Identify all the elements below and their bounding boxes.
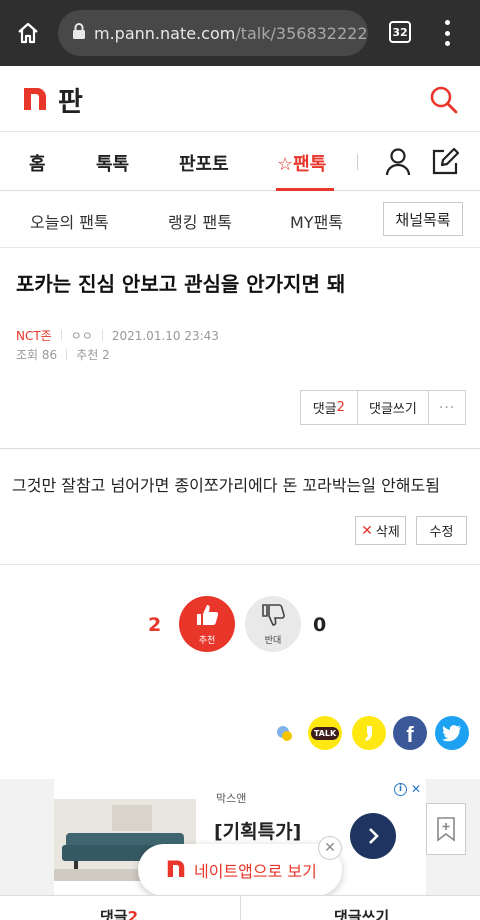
url-domain: m.pann.nate.com xyxy=(94,23,236,43)
more-icon[interactable]: ··· xyxy=(429,391,465,424)
ad-close-icon[interactable]: ✕ xyxy=(411,782,421,796)
bottom-write-comment-button[interactable]: 댓글쓰기 xyxy=(334,906,389,920)
close-icon[interactable]: ✕ xyxy=(318,836,342,860)
post-body: 그것만 잘참고 넘어가면 종이쪼가리에다 돈 꼬라박는일 안해도됨 xyxy=(12,476,440,495)
divider xyxy=(0,564,480,565)
recommend-label: 추천 xyxy=(76,348,99,362)
kakaotalk-icon[interactable]: TALK xyxy=(308,716,342,750)
kakaostory-alt-icon[interactable] xyxy=(352,716,386,750)
site-header: 판 xyxy=(0,66,480,132)
meta-divider xyxy=(66,349,68,360)
browser-toolbar: m.pann.nate.com/talk/356832222 32 xyxy=(0,0,480,66)
post-stats: 조회 86 추천 2 xyxy=(16,346,110,363)
bottom-divider xyxy=(240,896,241,920)
comment-actions: 댓글 2 댓글쓰기 ··· xyxy=(300,390,466,425)
nate-app-logo-icon xyxy=(166,859,186,881)
divider xyxy=(0,448,480,449)
views-label: 조회 xyxy=(16,348,39,362)
url-path: /talk/356832222 xyxy=(235,23,368,43)
upvote-count: 2 xyxy=(148,614,162,636)
delete-x-icon: ✕ xyxy=(361,522,373,539)
upvote-label: 추천 xyxy=(198,636,216,646)
nav-divider xyxy=(357,154,358,170)
info-icon[interactable]: i xyxy=(394,782,407,796)
nav-toktok[interactable]: 톡톡 xyxy=(96,150,129,176)
nav-fantalk-label: 팬톡 xyxy=(293,154,327,175)
comments-button[interactable]: 댓글 2 xyxy=(301,391,358,424)
comments-count: 2 xyxy=(336,400,345,415)
bookmark-icon[interactable] xyxy=(426,803,466,855)
bottom-comments-button[interactable]: 댓글2 xyxy=(100,906,138,920)
bottom-bar: 댓글2 댓글쓰기 xyxy=(0,895,480,920)
upvote-button[interactable]: 추천 xyxy=(179,596,235,652)
downvote-label: 반대 xyxy=(264,636,282,646)
ad-headline: [기획특가] xyxy=(214,821,302,843)
subnav-today-fantalk[interactable]: 오늘의 팬톡 xyxy=(30,209,109,233)
twitter-icon[interactable] xyxy=(435,716,469,750)
post-date: 2021.01.10 23:43 xyxy=(111,328,219,343)
subnav-ranking-fantalk[interactable]: 랭킹 팬톡 xyxy=(168,209,232,233)
write-icon[interactable] xyxy=(430,147,460,177)
address-bar[interactable]: m.pann.nate.com/talk/356832222 xyxy=(58,10,368,56)
nav-home[interactable]: 홈 xyxy=(29,150,46,176)
bottom-comments-count: 2 xyxy=(127,908,139,920)
url-text: m.pann.nate.com/talk/356832222 xyxy=(94,24,368,43)
views-count: 86 xyxy=(41,347,58,362)
bottom-comments-label: 댓글 xyxy=(100,908,128,920)
sub-nav: 오늘의 팬톡 랭킹 팬톡 MY팬톡 채널목록 xyxy=(0,192,480,248)
delete-button[interactable]: ✕ 삭제 xyxy=(355,516,406,545)
facebook-label: f xyxy=(406,722,414,747)
nate-logo-icon[interactable] xyxy=(22,86,48,114)
meta-divider xyxy=(101,330,103,341)
site-name[interactable]: 판 xyxy=(58,80,83,119)
lock-icon xyxy=(72,22,86,44)
write-comment-button[interactable]: 댓글쓰기 xyxy=(358,391,430,424)
browser-menu-icon[interactable] xyxy=(440,18,454,48)
thumbs-down-icon xyxy=(260,602,286,632)
recommend-count: 2 xyxy=(102,347,110,362)
main-nav: 홈 톡톡 판포토 ☆팬톡 xyxy=(0,133,480,191)
subnav-my-fantalk[interactable]: MY팬톡 xyxy=(290,209,343,233)
ad-choices[interactable]: i ✕ xyxy=(394,782,421,796)
open-in-app-label: 네이트앱으로 보기 xyxy=(194,862,317,881)
kakaotalk-label: TALK xyxy=(310,726,340,740)
facebook-icon[interactable]: f xyxy=(393,716,427,750)
ad-brand: 막스앤 xyxy=(216,792,247,805)
user-icon[interactable] xyxy=(384,147,412,177)
comments-label: 댓글 xyxy=(312,402,337,417)
post-author: ㅇㅇ xyxy=(70,329,93,343)
nav-fantalk[interactable]: ☆팬톡 xyxy=(277,150,326,176)
delete-label: 삭제 xyxy=(375,525,400,540)
chevron-right-icon[interactable] xyxy=(350,813,396,859)
meta-divider xyxy=(60,330,62,341)
post-title: 포카는 진심 안보고 관심을 안가지면 돼 xyxy=(16,272,346,296)
active-tab-indicator xyxy=(276,188,334,191)
edit-button[interactable]: 수정 xyxy=(416,516,467,545)
downvote-count: 0 xyxy=(313,614,327,636)
nav-pannphoto[interactable]: 판포토 xyxy=(179,150,229,176)
home-icon[interactable] xyxy=(0,0,56,66)
post-meta: NCT존 ㅇㅇ 2021.01.10 23:43 xyxy=(16,327,219,344)
downvote-button[interactable]: 반대 xyxy=(245,596,301,652)
kakaostory-icon[interactable] xyxy=(268,716,302,750)
thumbs-up-icon xyxy=(194,602,220,632)
tab-switcher-button[interactable]: 32 xyxy=(389,21,411,43)
open-in-app-button[interactable]: 네이트앱으로 보기 xyxy=(138,844,342,896)
search-icon[interactable] xyxy=(428,84,460,116)
channel-list-button[interactable]: 채널목록 xyxy=(383,202,463,236)
star-icon: ☆ xyxy=(277,154,294,175)
post-category[interactable]: NCT존 xyxy=(16,327,52,344)
